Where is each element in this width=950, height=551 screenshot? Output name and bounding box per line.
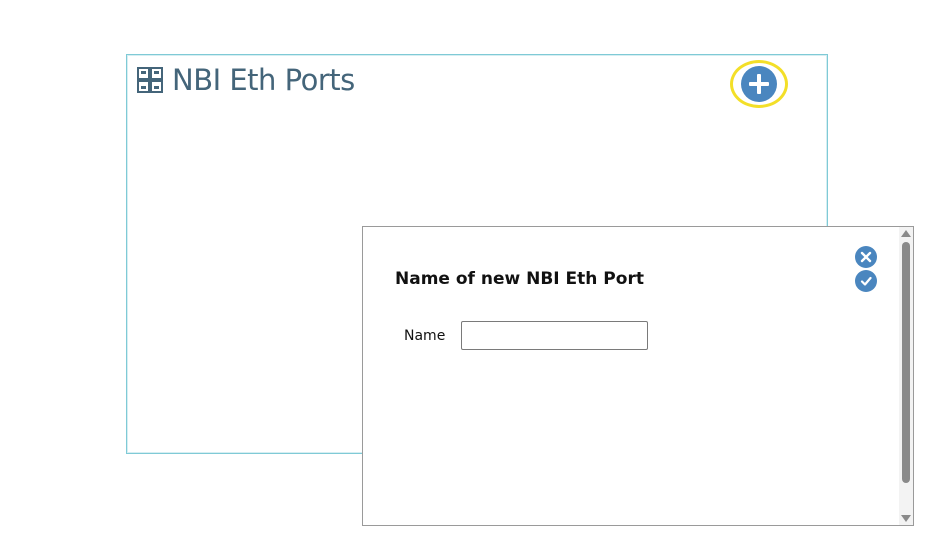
dialog-scrollbar[interactable]	[899, 227, 913, 525]
page-title: NBI Eth Ports	[172, 63, 355, 97]
scroll-down-icon[interactable]	[901, 515, 911, 522]
close-icon[interactable]	[855, 246, 877, 268]
new-port-dialog: Name of new NBI Eth Port Name	[362, 226, 914, 526]
scroll-up-icon[interactable]	[901, 230, 911, 237]
panel-header: NBI Eth Ports	[137, 63, 355, 97]
name-label: Name	[404, 328, 446, 344]
grid-icon	[137, 67, 163, 93]
add-port-button[interactable]	[730, 60, 788, 108]
dialog-title: Name of new NBI Eth Port	[395, 269, 644, 289]
scroll-thumb[interactable]	[902, 242, 910, 483]
name-input[interactable]	[461, 321, 648, 350]
check-icon[interactable]	[855, 270, 877, 292]
plus-circle-icon	[741, 66, 777, 102]
